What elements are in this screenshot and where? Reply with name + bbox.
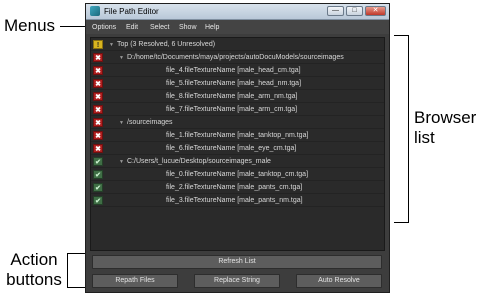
resolved-status-icon: ✔ — [93, 183, 103, 192]
annotation-browser-bracket-top — [394, 35, 408, 36]
list-row[interactable]: ✖ file_7.fileTextureName [male_arm_cm.tga… — [91, 104, 384, 116]
error-status-icon: ✖ — [93, 92, 103, 101]
error-status-icon: ✖ — [93, 144, 103, 153]
repath-files-button[interactable]: Repath Files — [92, 274, 178, 288]
list-row-label: file_1.fileTextureName [male_tanktop_nm.… — [166, 132, 309, 139]
menu-bar: Options Edit Select Show Help — [86, 20, 389, 34]
app-icon — [90, 6, 100, 16]
warning-status-icon: ! — [93, 40, 103, 49]
annotation-browser-bracket-side — [408, 35, 409, 223]
error-status-icon: ✖ — [93, 53, 103, 62]
list-row-label: D:/home/tc/Documents/maya/projects/autoD… — [127, 54, 344, 61]
annotation-action-buttons: Action buttons — [4, 250, 64, 290]
annotation-action-line1: Action — [10, 250, 58, 269]
list-row-label: file_8.fileTextureName [male_arm_nm.tga] — [166, 93, 298, 100]
list-row[interactable]: ✖ file_6.fileTextureName [male_eye_cm.tga… — [91, 143, 384, 155]
resolved-status-icon: ✔ — [93, 196, 103, 205]
auto-resolve-button[interactable]: Auto Resolve — [296, 274, 382, 288]
list-row-label: file_3.fileTextureName [male_pants_nm.tg… — [166, 197, 303, 204]
menu-help[interactable]: Help — [205, 23, 219, 32]
list-row[interactable]: ✖ ▼/sourceimages — [91, 117, 384, 129]
maximize-icon[interactable]: □ — [346, 6, 363, 16]
expand-arrow-icon[interactable]: ▼ — [119, 120, 124, 126]
annotation-browser-bracket-bottom — [394, 222, 408, 223]
annotation-action-bracket-top — [67, 253, 87, 254]
expand-arrow-icon[interactable]: ▼ — [109, 42, 114, 48]
expand-arrow-icon[interactable]: ▼ — [119, 159, 124, 165]
annotation-menus-line — [60, 26, 85, 27]
replace-string-button[interactable]: Replace String — [194, 274, 280, 288]
title-bar[interactable]: File Path Editor — □ ✕ — [86, 4, 389, 20]
annotation-action-bracket-side — [67, 253, 68, 288]
list-row-label: file_7.fileTextureName [male_arm_cm.tga] — [166, 106, 298, 113]
list-row[interactable]: ✖ file_1.fileTextureName [male_tanktop_nm… — [91, 130, 384, 142]
annotation-browser-list: Browser list — [414, 108, 476, 148]
menu-edit[interactable]: Edit — [126, 23, 138, 32]
window-title: File Path Editor — [104, 7, 159, 16]
list-row-label: C:/Users/t_lucue/Desktop/sourceimages_ma… — [127, 158, 271, 165]
error-status-icon: ✖ — [93, 131, 103, 140]
annotation-action-line2: buttons — [6, 270, 62, 289]
close-icon[interactable]: ✕ — [365, 6, 386, 16]
list-row-label: file_0.fileTextureName [male_tanktop_cm.… — [166, 171, 309, 178]
list-row-label: /sourceimages — [127, 119, 173, 126]
refresh-list-button[interactable]: Refresh List — [92, 255, 382, 269]
list-row-label: file_2.fileTextureName [male_pants_cm.tg… — [166, 184, 303, 191]
annotation-menus: Menus — [4, 16, 56, 35]
resolved-status-icon: ✔ — [93, 157, 103, 166]
expand-arrow-icon[interactable]: ▼ — [119, 55, 124, 61]
list-row[interactable]: ! ▼ Top (3 Resolved, 6 Unresolved) — [91, 39, 384, 51]
list-row[interactable]: ✖ file_8.fileTextureName [male_arm_nm.tga… — [91, 91, 384, 103]
annotation-browser-line2: list — [414, 128, 435, 147]
list-row[interactable]: ✔ file_3.fileTextureName [male_pants_nm.t… — [91, 195, 384, 207]
error-status-icon: ✖ — [93, 118, 103, 127]
browser-list[interactable]: ! ▼ Top (3 Resolved, 6 Unresolved) ✖ ▼ D:/hom… — [90, 37, 385, 251]
error-status-icon: ✖ — [93, 66, 103, 75]
menu-show[interactable]: Show — [179, 23, 197, 32]
error-status-icon: ✖ — [93, 79, 103, 88]
list-row[interactable]: ✖ file_4.fileTextureName [male_head_cm.tg… — [91, 65, 384, 77]
list-row[interactable]: ✔ ▼ C:/Users/t_lucue/Desktop/sourceimages_… — [91, 156, 384, 168]
list-row-label: Top (3 Resolved, 6 Unresolved) — [117, 41, 216, 48]
file-path-editor-window: File Path Editor — □ ✕ Options Edit Sele… — [85, 3, 390, 293]
list-row-label: file_4.fileTextureName [male_head_cm.tga… — [166, 67, 301, 74]
list-row[interactable]: ✖ file_5.fileTextureName [male_head_nm.tg… — [91, 78, 384, 90]
resolved-status-icon: ✔ — [93, 170, 103, 179]
menu-select[interactable]: Select — [150, 23, 169, 32]
menu-options[interactable]: Options — [92, 23, 116, 32]
list-row-label: file_5.fileTextureName [male_head_nm.tga… — [166, 80, 302, 87]
annotation-browser-line1: Browser — [414, 108, 477, 127]
list-row[interactable]: ✖ ▼ D:/home/tc/Documents/maya/projects/aut… — [91, 52, 384, 64]
list-row[interactable]: ✔ file_0.fileTextureName [male_tanktop_cm… — [91, 169, 384, 181]
list-row[interactable]: ✔ file_2.fileTextureName [male_pants_cm.t… — [91, 182, 384, 194]
annotation-action-bracket-bottom — [67, 287, 87, 288]
minimize-icon[interactable]: — — [327, 6, 344, 16]
list-row-label: file_6.fileTextureName [male_eye_cm.tga] — [166, 145, 297, 152]
error-status-icon: ✖ — [93, 105, 103, 114]
